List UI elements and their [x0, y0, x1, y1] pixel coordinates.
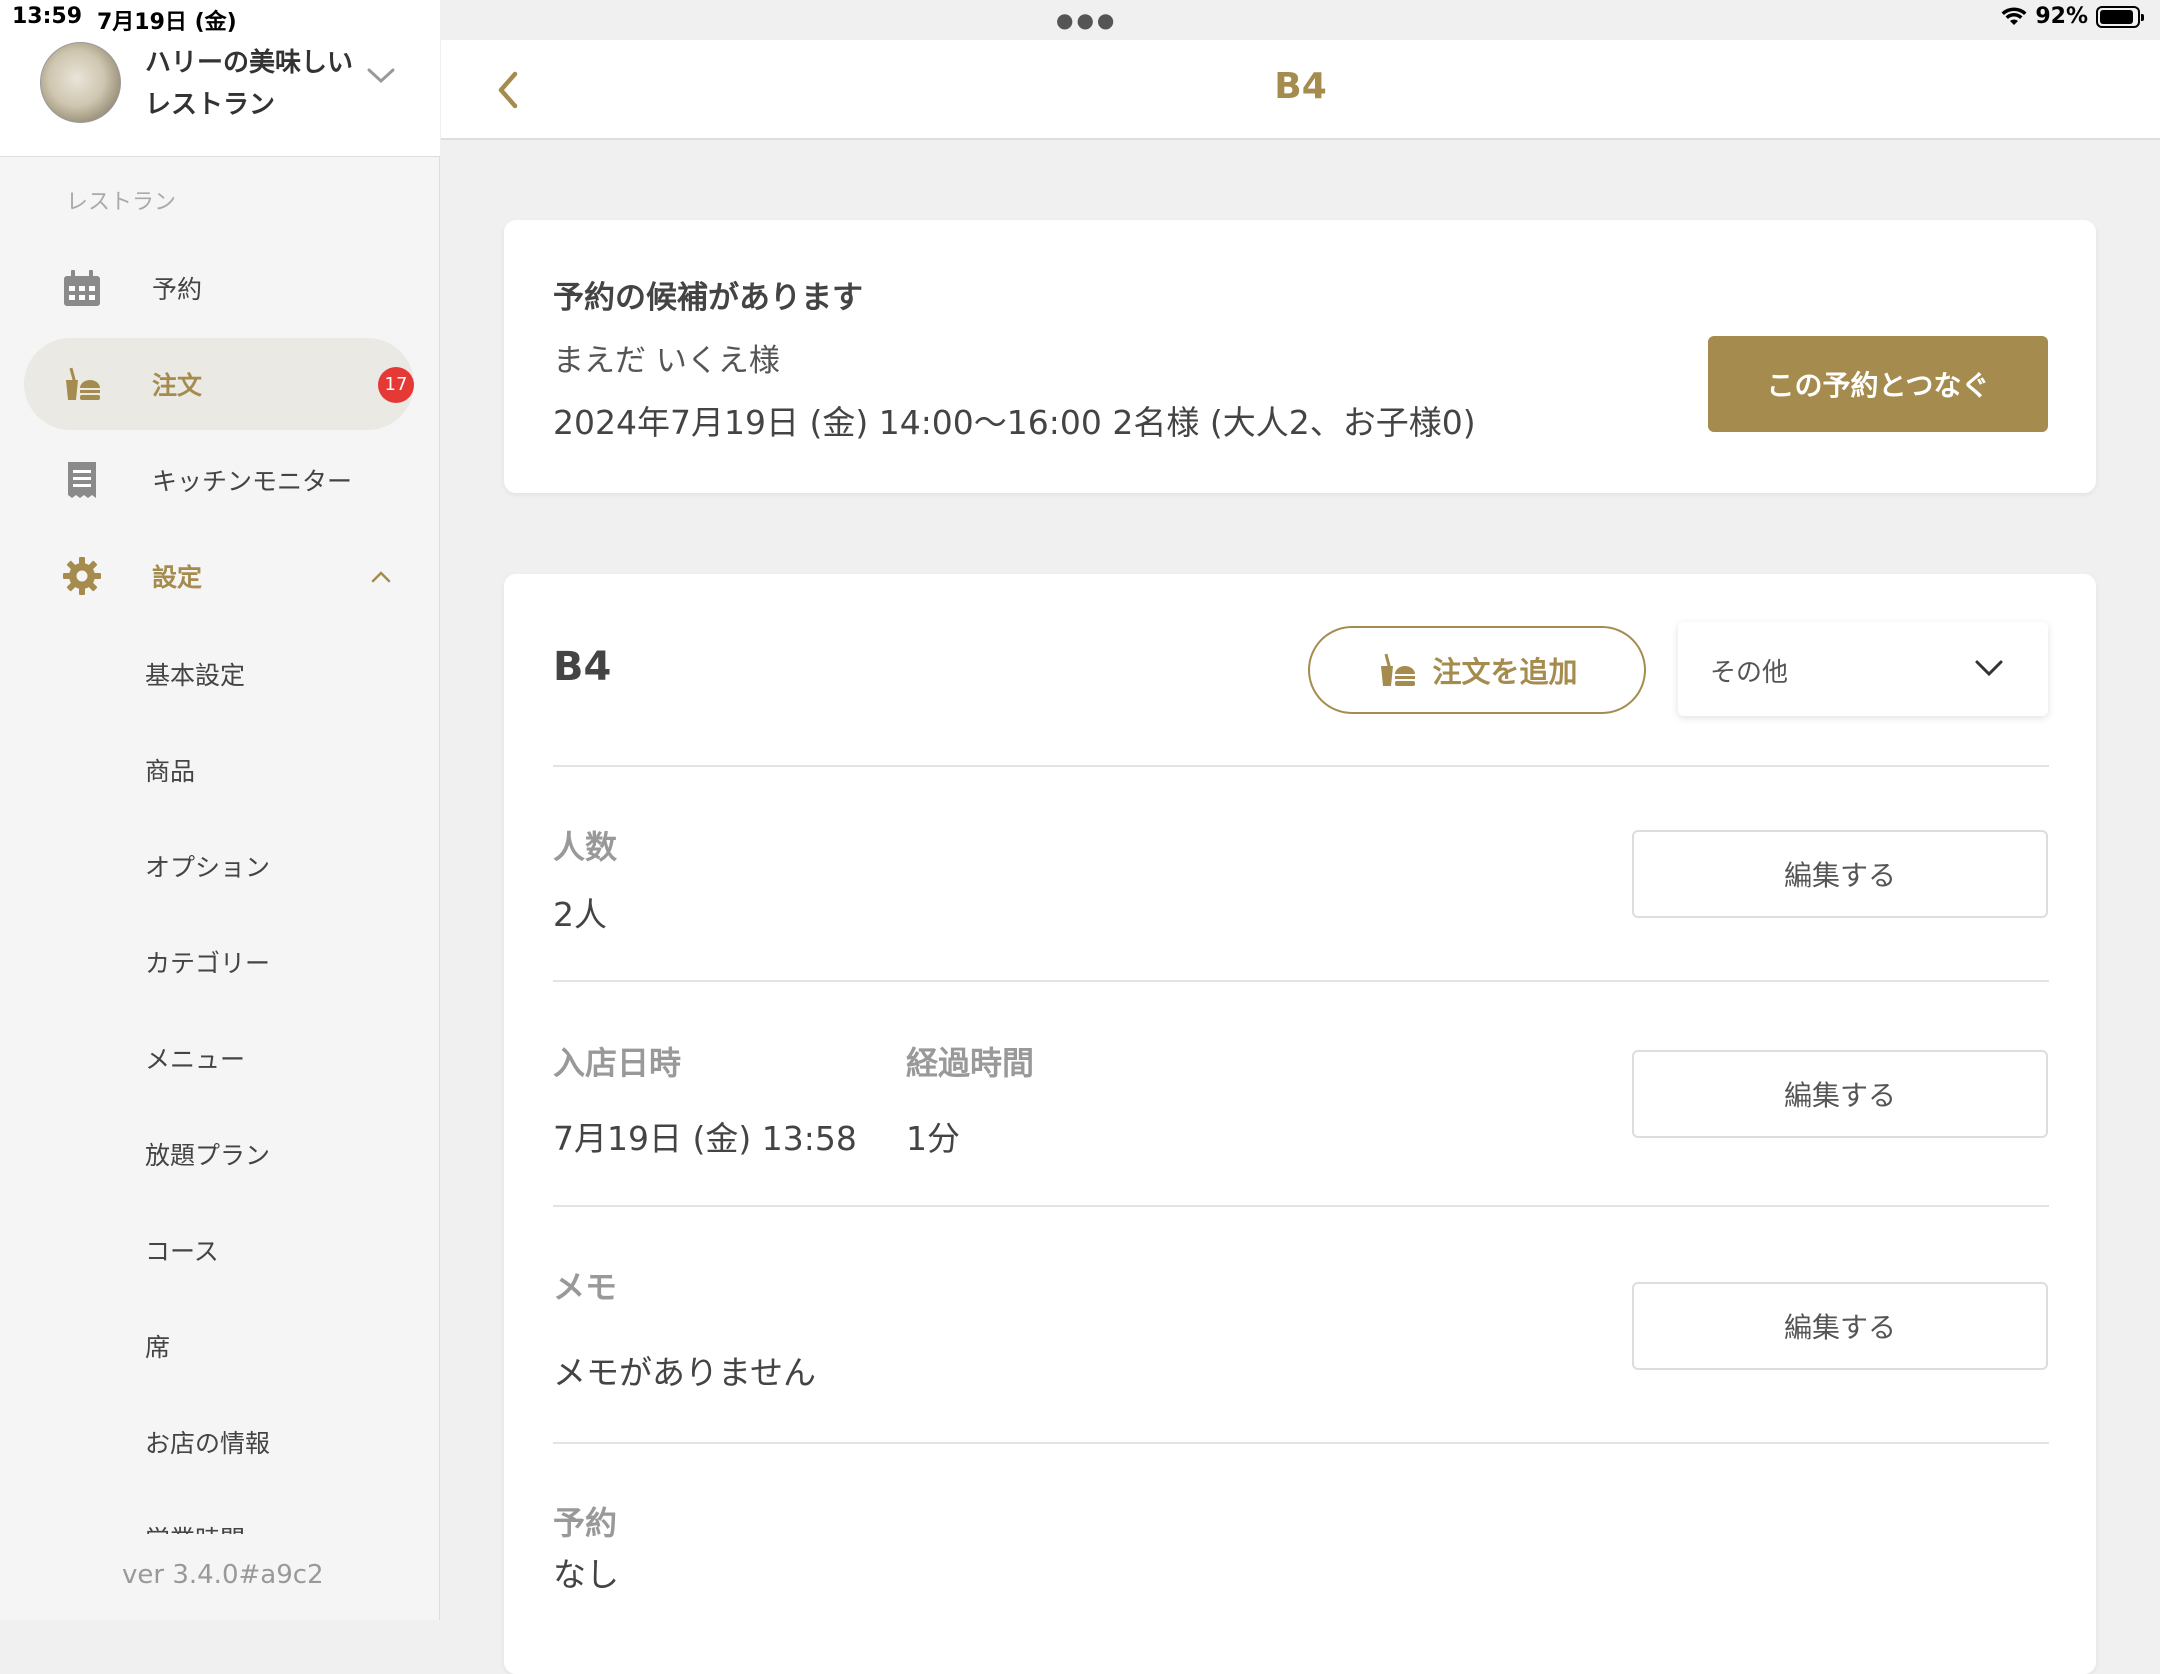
calendar-icon — [64, 270, 100, 306]
battery-percent: 92% — [2035, 4, 2088, 29]
sidebar-item-label: キッチンモニター — [152, 467, 353, 496]
add-order-label: 注文を追加 — [1432, 655, 1578, 689]
sidebar-item-label: 設定 — [152, 563, 203, 592]
status-right: 92% — [2001, 4, 2144, 29]
battery-icon — [2096, 5, 2144, 28]
divider — [553, 1442, 2049, 1444]
add-order-button[interactable]: 注文を追加 — [1308, 626, 1646, 714]
suggestion-title: 予約の候補があります — [553, 280, 863, 316]
divider — [553, 1205, 2049, 1207]
sidebar-section-label: レストラン — [66, 190, 177, 215]
shop-name-line2: レストラン — [145, 90, 276, 120]
order-count-badge: 17 — [378, 367, 414, 403]
settings-item-seats[interactable]: 席 — [145, 1328, 170, 1364]
memo-label: メモ — [553, 1268, 618, 1306]
settings-item-shop-info[interactable]: お店の情報 — [145, 1424, 270, 1460]
settings-item-all-you-can-plan[interactable]: 放題プラン — [145, 1136, 270, 1172]
table-detail-card: B4 注文を追加 その他 人数 2人 編集する 入店日時 7月19日 (金) 1… — [504, 574, 2096, 1674]
divider — [553, 980, 2049, 982]
app-version: ver 3.4.0#a9c2 — [122, 1560, 324, 1590]
shop-name: ハリーの美味しい レストラン — [145, 42, 365, 126]
settings-item-products[interactable]: 商品 — [145, 752, 195, 788]
status-date: 7月19日 (金) — [97, 10, 237, 35]
sidebar-item-settings[interactable]: 設定 — [24, 530, 414, 622]
reservation-suggestion-card: 予約の候補があります まえだ いくえ様 2024年7月19日 (金) 14:00… — [504, 220, 2096, 493]
suggestion-customer: まえだ いくえ様 — [553, 343, 780, 379]
shop-name-line1: ハリーの美味しい — [145, 48, 354, 78]
suggestion-details: 2024年7月19日 (金) 14:00～16:00 2名様 (大人2、お子様0… — [553, 403, 1476, 442]
memo-value: メモがありません — [553, 1353, 817, 1392]
chevron-up-icon[interactable] — [370, 570, 392, 584]
receipt-icon — [68, 462, 96, 498]
people-label: 人数 — [553, 828, 618, 866]
status-bar: 13:59 7月19日 (金) ●●● 92% — [0, 0, 2160, 40]
settings-item-basic[interactable]: 基本設定 — [145, 656, 245, 692]
status-time: 13:59 — [12, 4, 83, 29]
food-order-icon — [1381, 653, 1416, 686]
settings-item-clip: 営業時間 — [0, 1512, 440, 1534]
entry-time-value: 7月19日 (金) 13:58 — [553, 1119, 857, 1158]
top-bar: B4 — [441, 40, 2160, 140]
edit-entry-time-button[interactable]: 編集する — [1632, 1050, 2048, 1138]
entry-time-label: 入店日時 — [553, 1044, 682, 1082]
shop-avatar — [40, 42, 121, 123]
settings-item-options[interactable]: オプション — [145, 848, 270, 884]
settings-item-business-hours[interactable]: 営業時間 — [145, 1520, 245, 1534]
reservation-label: 予約 — [553, 1504, 618, 1542]
page-title: B4 — [1274, 66, 1327, 107]
other-actions-dropdown[interactable]: その他 — [1678, 622, 2048, 716]
people-value: 2人 — [553, 895, 607, 934]
reservation-value: なし — [553, 1555, 619, 1594]
gear-icon — [63, 557, 101, 595]
elapsed-time-label: 経過時間 — [906, 1044, 1035, 1082]
sidebar: ハリーの美味しい レストラン レストラン 予約 注文 17 キッチンモニター 設… — [0, 0, 440, 1620]
connect-reservation-button[interactable]: この予約とつなぐ — [1708, 336, 2048, 432]
sidebar-item-kitchen-monitor[interactable]: キッチンモニター — [24, 434, 414, 526]
elapsed-time-value: 1分 — [906, 1119, 960, 1158]
settings-item-categories[interactable]: カテゴリー — [145, 944, 270, 980]
settings-item-course[interactable]: コース — [145, 1232, 219, 1268]
sidebar-item-label: 予約 — [152, 275, 203, 304]
edit-memo-button[interactable]: 編集する — [1632, 1282, 2048, 1370]
table-name: B4 — [553, 644, 612, 690]
sidebar-item-reservation[interactable]: 予約 — [24, 242, 414, 334]
settings-item-menu[interactable]: メニュー — [145, 1040, 245, 1076]
wifi-icon — [2001, 6, 2027, 25]
chevron-down-icon[interactable] — [366, 66, 396, 86]
food-order-icon — [66, 367, 100, 400]
multitask-dots-icon[interactable]: ●●● — [1056, 8, 1117, 32]
divider — [553, 765, 2049, 767]
other-actions-label: その他 — [1710, 658, 1789, 688]
sidebar-item-label: 注文 — [152, 371, 203, 400]
edit-people-button[interactable]: 編集する — [1632, 830, 2048, 918]
sidebar-item-order[interactable]: 注文 17 — [24, 338, 414, 430]
chevron-down-icon — [1975, 660, 2003, 677]
